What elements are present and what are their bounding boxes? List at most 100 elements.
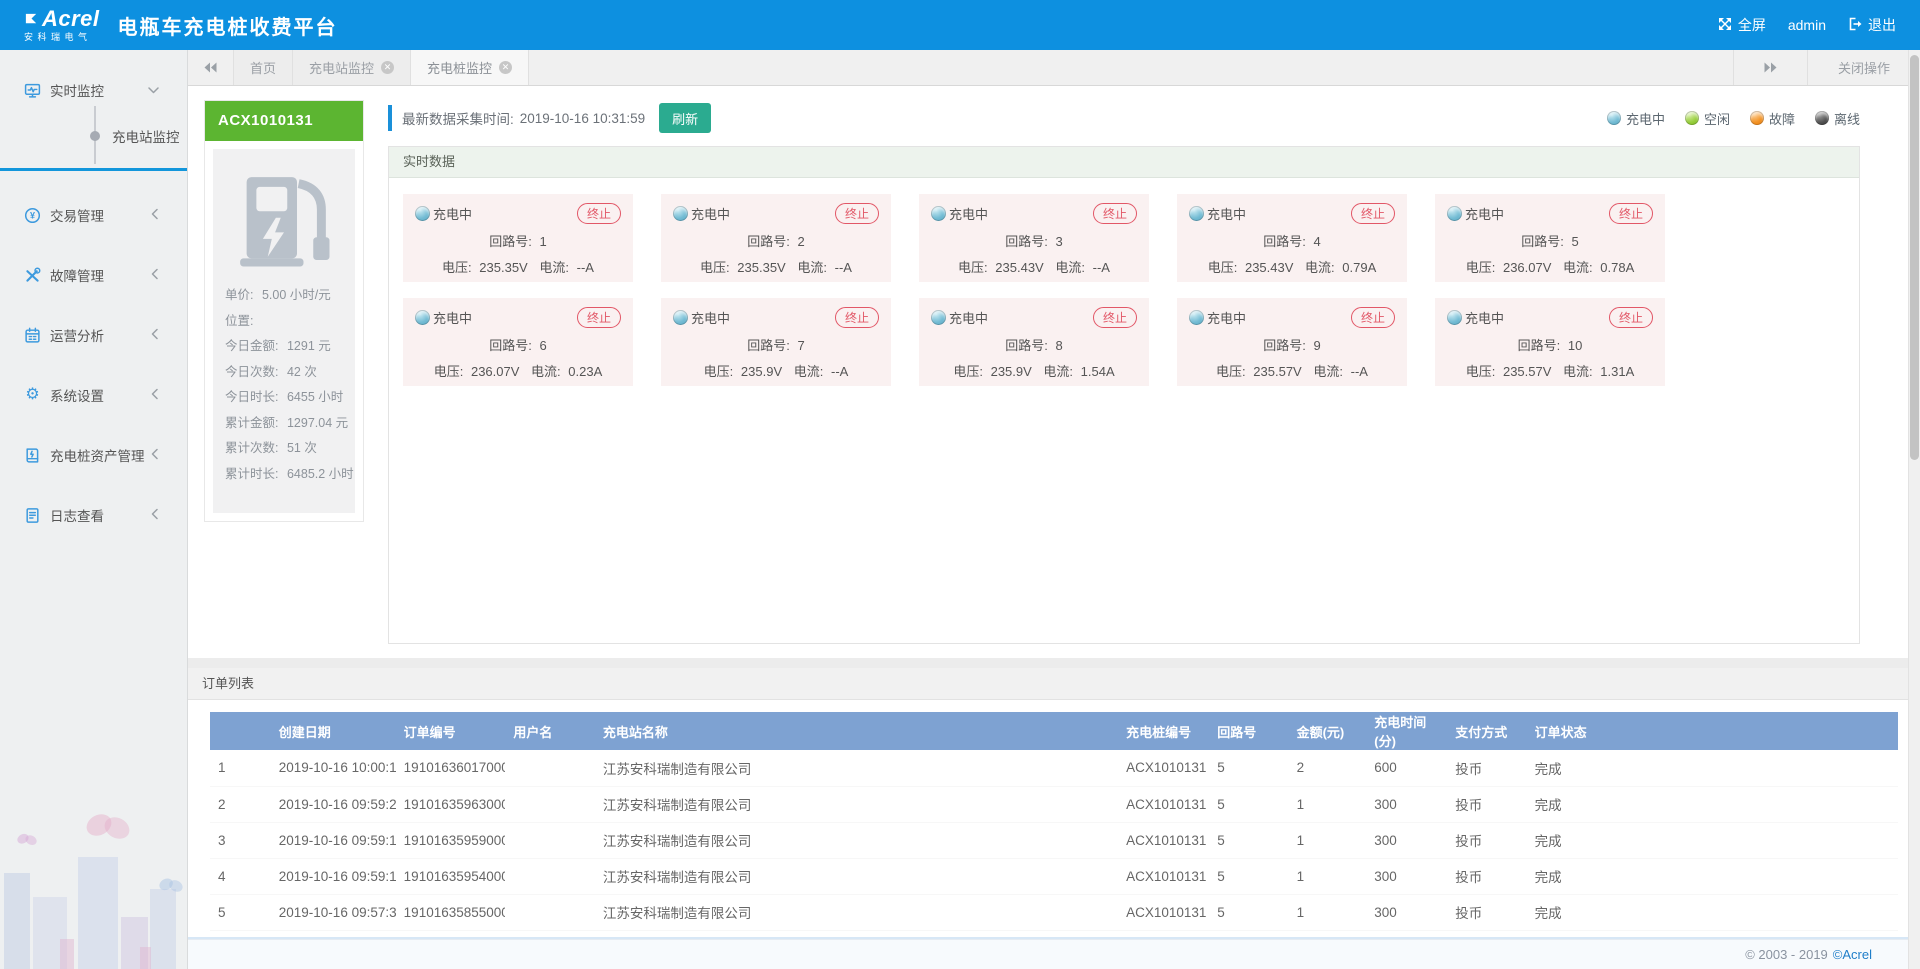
sidebar-item-label: 日志查看 xyxy=(50,505,104,525)
circuit-card: 充电中 终止 回路号: 4 xyxy=(1177,194,1407,282)
order-status-cell: 完成 xyxy=(1527,858,1898,894)
terminate-button[interactable]: 终止 xyxy=(835,203,879,224)
sidebar-item-label: 运营分析 xyxy=(50,325,104,345)
sidebar-item-pile-assets[interactable]: 充电桩资产管理 xyxy=(0,433,187,477)
amount-cell: 1 xyxy=(1289,858,1367,894)
logout-icon xyxy=(1848,17,1862,34)
legend-label: 故障 xyxy=(1769,109,1795,128)
fullscreen-label: 全屏 xyxy=(1738,15,1766,35)
username-cell xyxy=(505,822,594,858)
sidebar: 实时监控 充电站监控 ¥ xyxy=(0,50,188,969)
voltage-value: 235.9V xyxy=(991,364,1032,379)
station-stats: 单价: 5.00 小时/元 位置: 今日金额: xyxy=(213,283,355,487)
row-number-header xyxy=(210,712,271,750)
table-row: 4 2019-10-16 09:59:14 1910163595400044 江… xyxy=(210,858,1898,894)
voltage-value: 236.07V xyxy=(1503,260,1551,275)
terminate-button[interactable]: 终止 xyxy=(1351,203,1395,224)
stat-value: 51 次 xyxy=(287,441,317,455)
table-row: 3 2019-10-16 09:59:19 1910163595900045 江… xyxy=(210,822,1898,858)
sidebar-item-settings[interactable]: ⚙ 系统设置 xyxy=(0,373,187,417)
circuit-no-value: 1 xyxy=(540,234,547,249)
refresh-button[interactable]: 刷新 xyxy=(659,103,711,133)
tab-station-monitor[interactable]: 充电站监控 xyxy=(293,50,411,85)
brand: Acrel 安科瑞电气 电瓶车充电桩收费平台 xyxy=(24,8,338,42)
create-date-cell: 2019-10-16 10:00:17 xyxy=(271,750,396,786)
pay-method-cell: 投币 xyxy=(1447,750,1526,786)
circuit-no-value: 9 xyxy=(1314,338,1321,353)
circuit-number-line: 回路号: 4 xyxy=(1189,231,1395,250)
acrel-link[interactable]: ©Acrel xyxy=(1833,947,1872,962)
amount-cell: 1 xyxy=(1289,894,1367,930)
stat-value: 42 次 xyxy=(287,365,317,379)
svg-text:¥: ¥ xyxy=(30,210,35,220)
voltage-value: 235.35V xyxy=(479,260,527,275)
circuit-no-value: 5 xyxy=(1572,234,1579,249)
stat-line: 单价: 5.00 小时/元 xyxy=(225,283,343,309)
chevron-down-icon xyxy=(148,83,159,98)
current-value: 0.79A xyxy=(1342,260,1376,275)
current-label: 电流: xyxy=(1055,260,1085,275)
terminate-button[interactable]: 终止 xyxy=(1609,203,1653,224)
stat-label: 累计时长: xyxy=(225,467,278,481)
terminate-button[interactable]: 终止 xyxy=(1609,307,1653,328)
chevron-left-icon xyxy=(151,448,159,463)
chevron-left-icon xyxy=(151,508,159,523)
sidebar-item-transactions[interactable]: ¥ 交易管理 xyxy=(0,193,187,237)
create-date-cell: 2019-10-16 09:59:14 xyxy=(271,858,396,894)
tabs-scroll-left-button[interactable] xyxy=(188,50,234,85)
sidebar-item-label: 实时监控 xyxy=(50,80,104,100)
app-header: Acrel 安科瑞电气 电瓶车充电桩收费平台 全屏 admin xyxy=(0,0,1920,50)
circuit-status-label: 充电中 xyxy=(433,308,472,327)
tab-home[interactable]: 首页 xyxy=(234,50,293,85)
terminate-button[interactable]: 终止 xyxy=(835,307,879,328)
voltage-value: 235.57V xyxy=(1253,364,1301,379)
user-menu[interactable]: admin xyxy=(1788,17,1826,33)
sidebar-item-analysis[interactable]: 运营分析 xyxy=(0,313,187,357)
transaction-icon: ¥ xyxy=(24,207,41,224)
circuit-status-label: 充电中 xyxy=(949,204,988,223)
order-status-cell: 完成 xyxy=(1527,786,1898,822)
stat-label: 位置: xyxy=(225,314,253,328)
voltage-label: 电压: xyxy=(700,260,730,275)
order-list-panel-title: 订单列表 xyxy=(188,668,1920,700)
terminate-button[interactable]: 终止 xyxy=(1351,307,1395,328)
current-value: 1.31A xyxy=(1600,364,1634,379)
terminate-button[interactable]: 终止 xyxy=(577,203,621,224)
row-number-cell: 5 xyxy=(210,894,271,930)
tabs-scroll-right-button[interactable] xyxy=(1733,50,1807,85)
circuit-measure-line: 电压: 235.35V 电流: --A xyxy=(415,257,621,276)
sidebar-item-logs[interactable]: 日志查看 xyxy=(0,493,187,537)
circuit-number-line: 回路号: 10 xyxy=(1447,335,1653,354)
circuit-card: 充电中 终止 回路号: 10 xyxy=(1435,298,1665,386)
log-document-icon xyxy=(24,507,41,524)
chevron-left-icon xyxy=(151,208,159,223)
fullscreen-button[interactable]: 全屏 xyxy=(1718,15,1766,35)
collect-time-row: 最新数据采集时间: 2019-10-16 10:31:59 刷新 充电中 空闲 xyxy=(388,102,1860,134)
close-icon[interactable] xyxy=(499,61,512,74)
charge-minutes-cell: 600 xyxy=(1366,750,1447,786)
terminate-button[interactable]: 终止 xyxy=(1093,203,1137,224)
circuit-number-line: 回路号: 5 xyxy=(1447,231,1653,250)
current-value: --A xyxy=(831,364,848,379)
circuit-no-label: 回路号: xyxy=(1263,234,1306,249)
vertical-scrollbar[interactable] xyxy=(1908,50,1920,969)
current-value: 0.23A xyxy=(568,364,602,379)
tab-pile-monitor[interactable]: 充电桩监控 xyxy=(411,50,529,85)
circuit-card: 充电中 终止 回路号: 7 xyxy=(661,298,891,386)
circuit-no-cell: 5 xyxy=(1209,894,1288,930)
sidebar-item-faults[interactable]: 故障管理 xyxy=(0,253,187,297)
logout-button[interactable]: 退出 xyxy=(1848,15,1896,35)
order-no-cell: 1910163595400044 xyxy=(396,858,506,894)
sidebar-item-station-monitor[interactable]: 充电站监控 xyxy=(0,112,187,160)
order-table-body: 1 2019-10-16 10:00:17 1910163601700047 江… xyxy=(210,750,1898,930)
logo-subtext: 安科瑞电气 xyxy=(24,33,100,42)
column-header: 用户名 xyxy=(505,712,594,750)
close-operations-menu[interactable]: 关闭操作 xyxy=(1807,50,1920,85)
terminate-button[interactable]: 终止 xyxy=(1093,307,1137,328)
table-row: 2 2019-10-16 09:59:23 1910163596300046 江… xyxy=(210,786,1898,822)
create-date-cell: 2019-10-16 09:59:23 xyxy=(271,786,396,822)
stat-line: 今日次数: 42 次 xyxy=(225,360,343,386)
close-icon[interactable] xyxy=(381,61,394,74)
scrollbar-thumb[interactable] xyxy=(1910,55,1919,460)
terminate-button[interactable]: 终止 xyxy=(577,307,621,328)
